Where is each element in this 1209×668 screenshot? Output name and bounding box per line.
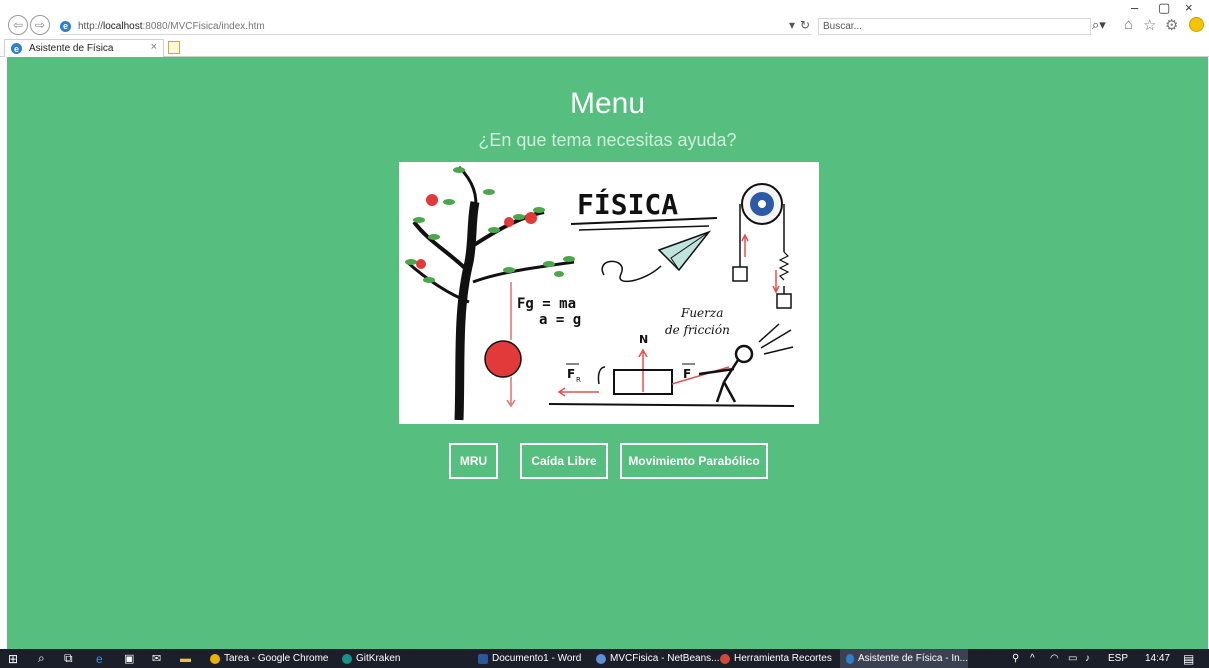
notifications-icon[interactable]: ▤: [1183, 649, 1194, 668]
address-bar[interactable]: e http:// localhost :8080/MVCFisica/inde…: [60, 18, 812, 35]
address-host: localhost: [103, 20, 143, 32]
windows-taskbar: ⊞ ⌕ ⧉ e ▣ ✉ ▬ Tarea - Google Chrome GitK…: [0, 649, 1209, 668]
page-content: Menu ¿En que tema necesitas ayuda? FÍSIC…: [7, 57, 1208, 649]
taskbar-item-netbeans[interactable]: MVCFisica - NetBeans...: [596, 649, 719, 668]
mru-button[interactable]: MRU: [449, 443, 498, 479]
tree-leaves: [405, 167, 575, 283]
taskbar-item-chrome[interactable]: Tarea - Google Chrome: [210, 649, 329, 668]
search-icon[interactable]: ⌕: [38, 649, 45, 668]
stick-figure-icon: [698, 344, 754, 403]
mail-icon[interactable]: ✉: [152, 649, 161, 668]
network-icon[interactable]: ◠: [1050, 649, 1059, 668]
address-dropdown-icon[interactable]: ▾: [789, 18, 795, 32]
netbeans-icon: [596, 653, 606, 664]
windows-start-icon[interactable]: ⊞: [8, 649, 18, 668]
arrow-right-icon: ⇨: [34, 18, 46, 32]
friction-label-2: de fricción: [665, 323, 730, 337]
falling-apple-icon: [484, 340, 522, 378]
restore-button[interactable]: ▢: [1158, 0, 1170, 16]
chevron-up-icon[interactable]: ^: [1030, 649, 1035, 668]
volume-icon[interactable]: ♪: [1085, 649, 1090, 668]
search-placeholder: Buscar...: [823, 21, 862, 32]
snipping-tool-icon: [720, 653, 730, 664]
friction-label-1: Fuerza: [680, 306, 723, 320]
home-icon[interactable]: ⌂: [1124, 16, 1133, 33]
star-icon[interactable]: ☆: [1143, 16, 1156, 34]
friction-force-subscript: R: [576, 376, 581, 384]
back-button[interactable]: ⇦: [8, 15, 28, 35]
people-icon[interactable]: ⚲: [1012, 649, 1019, 668]
store-icon[interactable]: ▣: [124, 649, 134, 668]
smiley-feedback-icon[interactable]: [1189, 17, 1204, 32]
arrow-left-icon: ⇦: [12, 18, 24, 32]
normal-force-label: N: [639, 333, 648, 346]
apple-icon: [426, 194, 438, 206]
friction-force-label: F: [567, 367, 575, 381]
movimiento-parabolico-button[interactable]: Movimiento Parabólico: [620, 443, 768, 479]
clock[interactable]: 14:47: [1145, 649, 1170, 668]
browser-toolbar: ⇦ ⇨ e http:// localhost :8080/MVCFisica/…: [0, 0, 1209, 38]
taskbar-item-ie[interactable]: Asistente de Física - In...: [840, 649, 968, 668]
taskbar-item-gitkraken[interactable]: GitKraken: [342, 649, 400, 668]
tree-trunk: [454, 201, 480, 421]
close-button[interactable]: ×: [1185, 0, 1193, 15]
gitkraken-icon: [342, 653, 352, 664]
search-input[interactable]: Buscar...: [818, 18, 1091, 35]
gear-icon[interactable]: ⚙: [1165, 16, 1178, 34]
tab-favicon-icon: e: [11, 43, 22, 54]
tab-asistente-de-fisica[interactable]: e Asistente de Física ×: [4, 39, 164, 57]
illustration-title: FÍSICA: [577, 187, 678, 221]
apple-icon: [525, 212, 537, 224]
page-title: Menu: [569, 87, 646, 120]
minimize-button[interactable]: –: [1131, 0, 1138, 15]
formula-gravity: a = g: [539, 312, 581, 328]
address-path: :8080/MVCFisica/index.htm: [142, 20, 265, 32]
topic-buttons: MRU Caída Libre Movimiento Parabólico: [7, 443, 1208, 479]
formula-newton: Fg = ma: [517, 296, 576, 312]
force-label: F: [683, 367, 691, 381]
new-tab-button[interactable]: [168, 41, 180, 54]
forward-button[interactable]: ⇨: [30, 15, 50, 35]
search-dropdown-icon[interactable]: ⌕▾: [1092, 17, 1106, 33]
physics-illustration: FÍSICA Fg = ma a = g Fuerza de fricción …: [399, 162, 819, 424]
tab-title: Asistente de Física: [29, 43, 114, 54]
tab-close-icon[interactable]: ×: [151, 41, 157, 53]
address-scheme: http://: [78, 20, 104, 32]
caida-libre-button[interactable]: Caída Libre: [520, 443, 608, 479]
ie-favicon-icon: e: [60, 20, 71, 32]
apple-icon: [416, 259, 426, 269]
battery-icon[interactable]: ▭: [1068, 649, 1077, 668]
word-icon: [478, 653, 488, 664]
page-subtitle: ¿En que tema necesitas ayuda?: [478, 130, 737, 150]
task-view-icon[interactable]: ⧉: [64, 649, 73, 668]
ie-icon: [846, 653, 854, 664]
chrome-icon: [210, 653, 220, 664]
language-indicator[interactable]: ESP: [1108, 649, 1128, 668]
refresh-icon[interactable]: ↻: [800, 18, 810, 32]
taskbar-item-recortes[interactable]: Herramienta Recortes: [720, 649, 832, 668]
folder-icon[interactable]: ▬: [180, 649, 191, 668]
apple-icon: [504, 217, 514, 227]
tab-bar: e Asistente de Física ×: [0, 38, 1209, 57]
edge-icon[interactable]: e: [96, 649, 103, 668]
taskbar-item-word[interactable]: Documento1 - Word: [478, 649, 581, 668]
